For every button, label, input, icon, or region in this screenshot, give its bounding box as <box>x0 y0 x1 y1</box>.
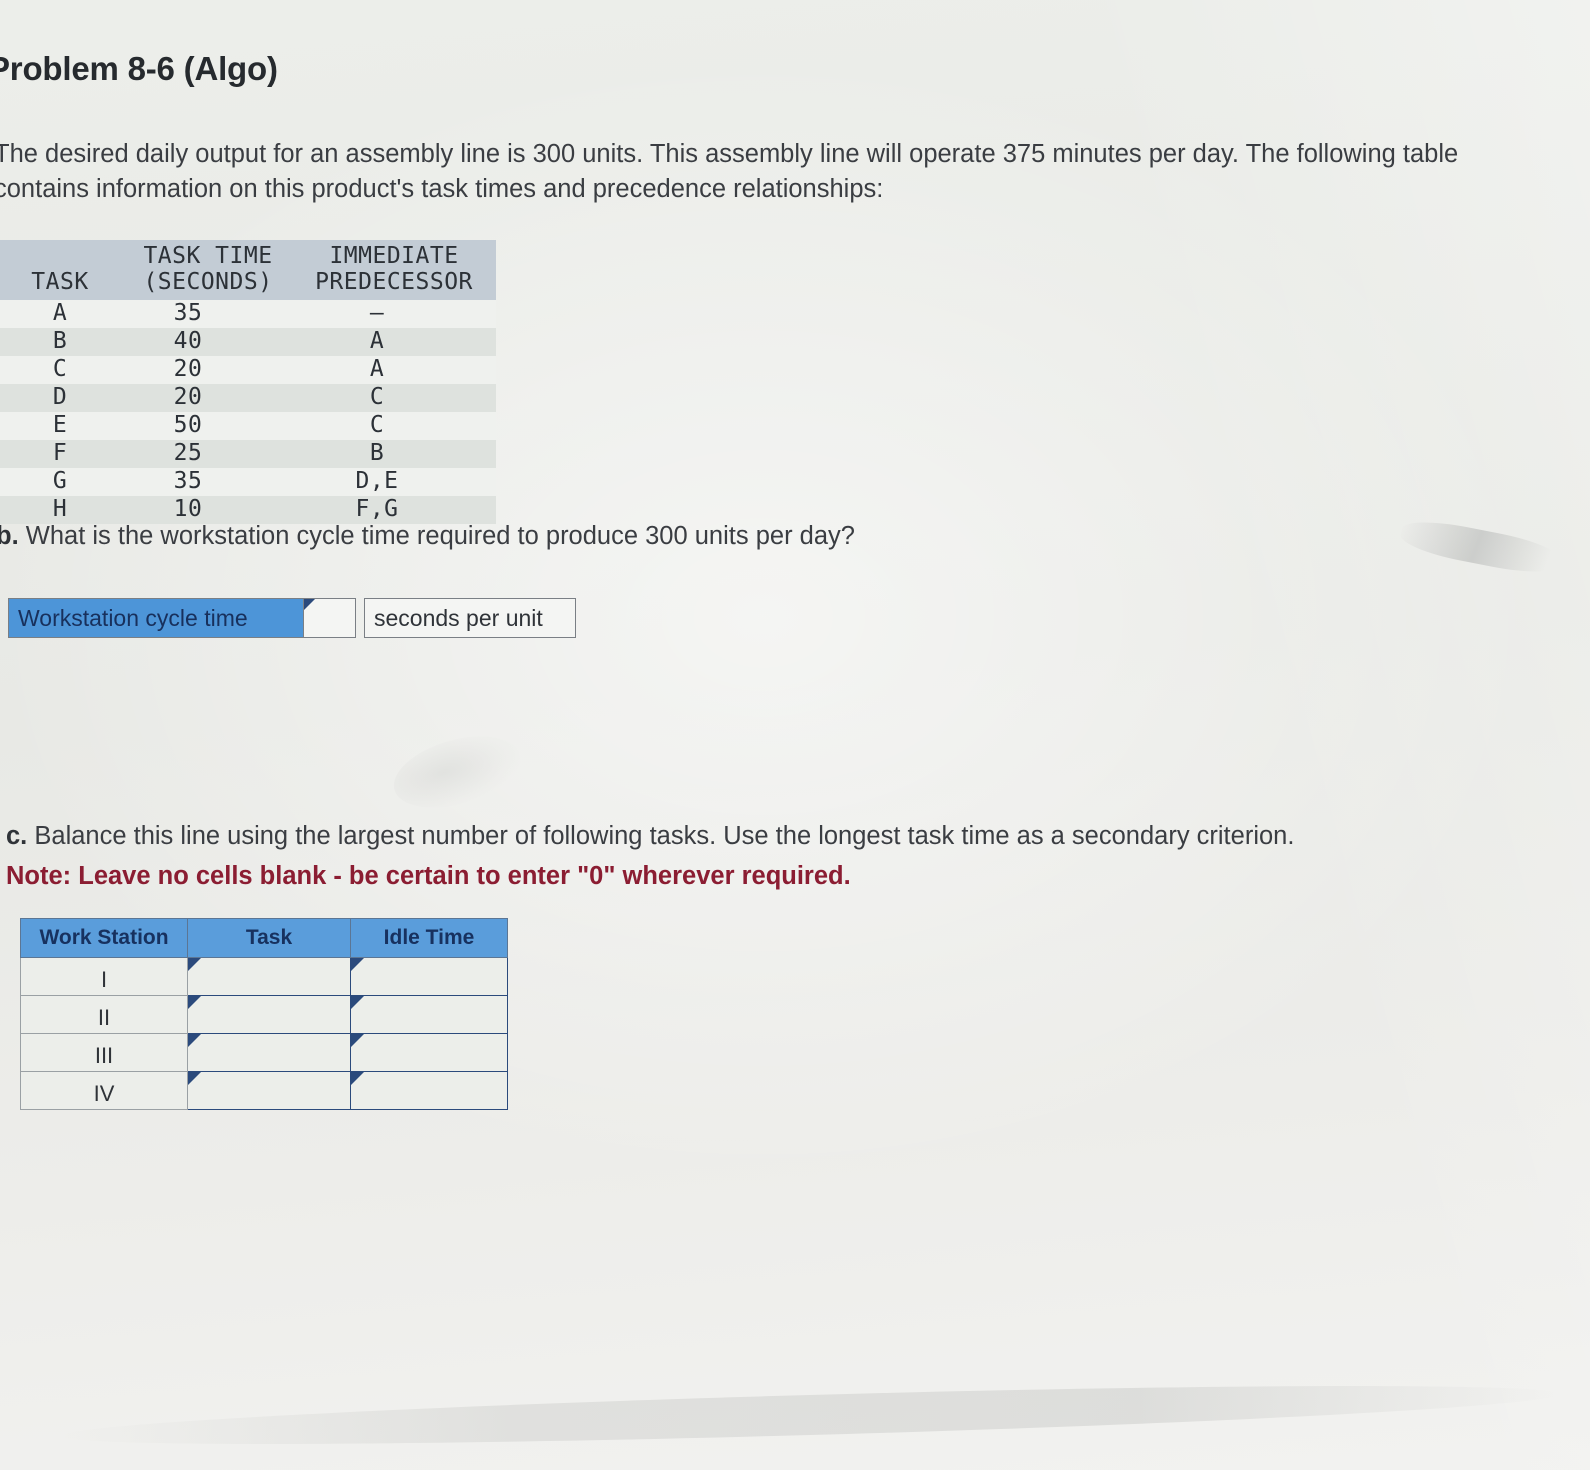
task-cell-predecessor: C <box>292 412 496 440</box>
question-c-text: Balance this line using the largest numb… <box>34 822 1295 850</box>
task-table-header-task-time: TASK TIME (SECONDS) <box>124 240 292 300</box>
workstation-cycle-time-input[interactable] <box>304 598 356 638</box>
cell-flag-icon <box>188 996 201 1009</box>
task-cell-name: C <box>0 356 124 384</box>
predecessor-header-line1: IMMEDIATE <box>329 243 459 269</box>
task-time-header-line2: (SECONDS) <box>143 269 273 295</box>
work-station-table-body: I II III IV <box>20 957 508 1110</box>
problem-statement: The desired daily output for an assembly… <box>0 140 1459 203</box>
task-cell-predecessor: C <box>292 384 496 412</box>
task-table-row: H 10 F,G <box>0 496 496 524</box>
cell-flag-icon <box>351 1072 364 1085</box>
work-station-idle-time-input[interactable] <box>350 1071 508 1110</box>
task-cell-predecessor: — <box>292 300 496 328</box>
question-c: c. Balance this line using the largest n… <box>6 816 1294 896</box>
question-b-text: What is the workstation cycle time requi… <box>25 522 855 550</box>
task-table-row: C 20 A <box>0 356 496 384</box>
question-c-label: c. <box>6 822 28 850</box>
task-cell-predecessor: A <box>292 356 496 384</box>
work-station-idle-time-input[interactable] <box>350 995 508 1034</box>
task-cell-name: B <box>0 328 124 356</box>
task-table-header: TASK TASK TIME (SECONDS) IMMEDIATE PREDE… <box>0 240 496 300</box>
work-station-number-cell: III <box>20 1033 188 1072</box>
task-cell-time: 50 <box>124 412 292 440</box>
task-table-row: A 35— <box>0 300 496 328</box>
task-cell-name: E <box>0 412 124 440</box>
task-cell-name: F <box>0 440 124 468</box>
task-cell-name: G <box>0 468 124 496</box>
task-cell-name: A <box>0 300 124 328</box>
work-station-number-cell: I <box>20 957 188 996</box>
workstation-cycle-time-unit: seconds per unit <box>364 598 576 638</box>
question-b-label: b. <box>0 522 19 550</box>
task-table-row: E 50 C <box>0 412 496 440</box>
task-table-row: D 20 C <box>0 384 496 412</box>
task-cell-time: 10 <box>124 496 292 524</box>
task-table-header-row: TASK TASK TIME (SECONDS) IMMEDIATE PREDE… <box>0 240 496 300</box>
work-station-row: II <box>20 995 508 1034</box>
task-table-row: G 35 D,E <box>0 468 496 496</box>
work-station-task-input[interactable] <box>187 1071 351 1110</box>
task-table-row: F 25 B <box>0 440 496 468</box>
task-cell-predecessor: F,G <box>292 496 496 524</box>
task-cell-time: 25 <box>124 440 292 468</box>
task-table-row: B 40 A <box>0 328 496 356</box>
work-station-header-idle-time: Idle Time <box>350 918 508 958</box>
task-cell-predecessor: D,E <box>292 468 496 496</box>
work-station-header-station: Work Station <box>20 918 188 958</box>
task-cell-time: 35 <box>124 468 292 496</box>
work-station-row: I <box>20 957 508 996</box>
cell-flag-icon <box>304 599 315 610</box>
work-station-idle-time-input[interactable] <box>350 957 508 996</box>
work-station-row: III <box>20 1033 508 1072</box>
predecessor-header-line2: PREDECESSOR <box>315 269 473 295</box>
cell-flag-icon <box>351 958 364 971</box>
task-precedence-table: TASK TASK TIME (SECONDS) IMMEDIATE PREDE… <box>0 240 496 524</box>
cell-flag-icon <box>188 958 201 971</box>
work-station-table-header: Work Station Task Idle Time <box>20 918 508 958</box>
work-station-task-input[interactable] <box>187 957 351 996</box>
task-cell-time: 35 <box>124 300 292 328</box>
task-cell-name: D <box>0 384 124 412</box>
work-station-row: IV <box>20 1071 508 1110</box>
question-b: b. What is the workstation cycle time re… <box>0 522 855 551</box>
task-cell-time: 40 <box>124 328 292 356</box>
task-table-body: A 35— B 40 A C 20 A D 20 C E 50 C F 25 B G 35 D,E H 10 F,G <box>0 300 496 524</box>
task-cell-name: H <box>0 496 124 524</box>
task-cell-time: 20 <box>124 384 292 412</box>
workstation-cycle-time-label: Workstation cycle time <box>8 598 304 638</box>
page-title: Problem 8-6 (Algo) <box>0 50 278 87</box>
work-station-number-cell: II <box>20 995 188 1034</box>
task-table-header-predecessor: IMMEDIATE PREDECESSOR <box>292 240 496 300</box>
question-c-note: Note: Leave no cells blank - be certain … <box>6 862 851 890</box>
cell-flag-icon <box>351 1034 364 1047</box>
work-station-table: Work Station Task Idle Time I II III IV <box>20 918 508 1110</box>
work-station-header-task: Task <box>187 918 351 958</box>
workstation-cycle-time-row: Workstation cycle time seconds per unit <box>8 598 576 638</box>
work-station-header-row: Work Station Task Idle Time <box>20 918 508 958</box>
work-station-idle-time-input[interactable] <box>350 1033 508 1072</box>
cell-flag-icon <box>188 1072 201 1085</box>
task-cell-time: 20 <box>124 356 292 384</box>
cell-flag-icon <box>188 1034 201 1047</box>
work-station-task-input[interactable] <box>187 995 351 1034</box>
work-station-number-cell: IV <box>20 1071 188 1110</box>
cell-flag-icon <box>351 996 364 1009</box>
task-table-header-task: TASK <box>0 240 124 300</box>
task-time-header-line1: TASK TIME <box>143 243 273 269</box>
task-cell-predecessor: A <box>292 328 496 356</box>
problem-page: Problem 8-6 (Algo) The desired daily out… <box>0 0 1590 1470</box>
task-cell-predecessor: B <box>292 440 496 468</box>
work-station-task-input[interactable] <box>187 1033 351 1072</box>
